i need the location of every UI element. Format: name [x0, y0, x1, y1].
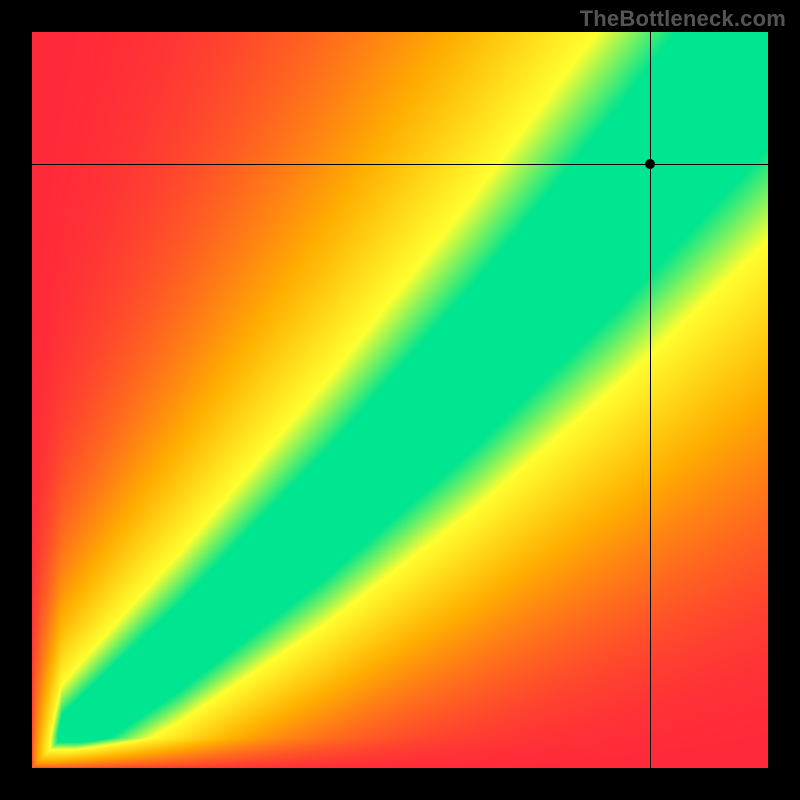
crosshair-horizontal: [32, 164, 768, 165]
attribution-label: TheBottleneck.com: [580, 6, 786, 32]
chart-frame: TheBottleneck.com: [0, 0, 800, 800]
crosshair-vertical: [650, 32, 651, 768]
bottleneck-heatmap: [32, 32, 768, 768]
crosshair-marker: [645, 159, 655, 169]
